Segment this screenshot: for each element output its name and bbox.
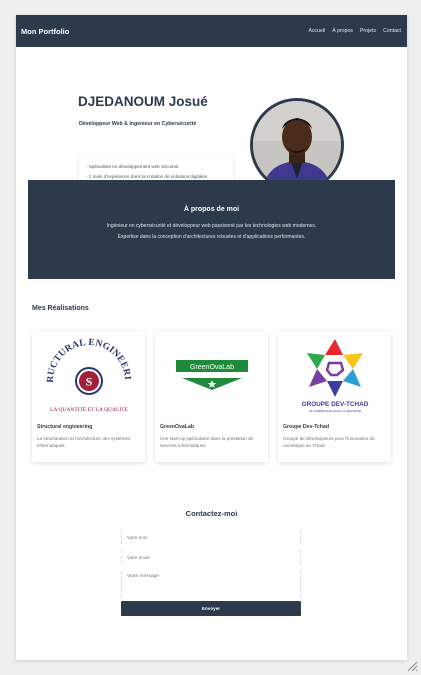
project-card-structural[interactable]: STRUCTURAL ENGINEERING S LA QUANTITÉ ET … (32, 332, 145, 462)
email-input[interactable] (121, 550, 301, 564)
project-card-greenovalab[interactable]: GreenOvaLab GreenOvaLab Une start-up spé… (155, 332, 268, 462)
hero-section: DJEDANOUM Josué Développeur Web & Ingeni… (16, 47, 407, 192)
devtchad-logo-subtext: LE NUMÉRIQUE DANS LA SÉCURITÉ (308, 408, 360, 413)
structural-logo-graphic: STRUCTURAL ENGINEERING S LA QUANTITÉ ET … (39, 335, 132, 413)
projects-title: Mes Réalisations (32, 305, 89, 312)
page: Mon Portfolio Accueil À propos Projets C… (16, 15, 407, 660)
send-button[interactable]: Envoyer (121, 601, 301, 616)
nav-link-contact[interactable]: Contact (383, 28, 401, 34)
about-title: À propos de moi (183, 206, 240, 213)
nav-link-projets[interactable]: Projets (360, 28, 376, 34)
devtchad-logo-text: GROUPE DEV-TCHAD (301, 401, 368, 408)
navbar: Mon Portfolio Accueil À propos Projets C… (16, 15, 407, 47)
nav-link-a-propos[interactable]: À propos (332, 28, 353, 34)
devtchad-logo: GROUPE DEV-TCHAD LE NUMÉRIQUE DANS LA SÉ… (278, 332, 391, 417)
project-desc: Une start-up spécialisée dans la prestat… (160, 436, 254, 448)
structural-logo-slogan: LA QUANTITÉ ET LA QUALITÉ (50, 405, 128, 413)
nav-links: Accueil À propos Projets Contact (308, 28, 401, 34)
contact-title: Contactez-moi (185, 509, 238, 518)
structural-engineering-logo: STRUCTURAL ENGINEERING S LA QUANTITÉ ET … (32, 332, 145, 417)
message-textarea[interactable] (121, 571, 301, 597)
brand-title[interactable]: Mon Portfolio (21, 27, 69, 36)
about-text: Ingénieur en cybersécurité et développeu… (106, 223, 317, 240)
hero-name: DJEDANOUM Josué (78, 94, 208, 109)
name-input[interactable] (121, 530, 301, 544)
devtchad-logo-graphic: GROUPE DEV-TCHAD LE NUMÉRIQUE DANS LA SÉ… (301, 338, 368, 413)
greenovalab-logo-graphic: GreenOvaLab (175, 359, 248, 390)
profile-photo (250, 98, 344, 192)
greenovalab-logo-text: GreenOvaLab (190, 364, 234, 371)
project-card-devtchad[interactable]: GROUPE DEV-TCHAD LE NUMÉRIQUE DANS LA SÉ… (278, 332, 391, 462)
project-desc: Groupe de développeurs pour l'innovation… (283, 436, 375, 448)
resize-grip-icon[interactable] (406, 660, 418, 672)
hero-role: Développeur Web & Ingenieur en Cybersécu… (79, 121, 197, 127)
project-desc: La structuration et l'architecture des s… (37, 436, 131, 448)
greenovalab-logo: GreenOvaLab (155, 332, 268, 417)
skill-item: - Spécialiste en développement web sécur… (86, 164, 179, 169)
structural-logo-letter: S (85, 374, 92, 388)
about-section: À propos de moi Ingénieur en cybersécuri… (28, 180, 395, 279)
profile-photo-illustration (253, 101, 341, 189)
nav-link-accueil[interactable]: Accueil (308, 28, 325, 34)
